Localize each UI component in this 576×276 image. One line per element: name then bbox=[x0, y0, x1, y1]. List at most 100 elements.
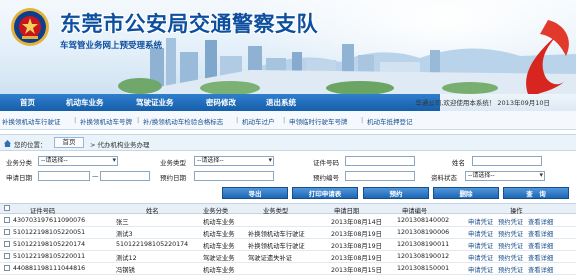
welcome-message: 华通公司,欢迎使用本系统！ 2013年09月10日 bbox=[415, 99, 550, 107]
search-form: 业务分类 --请选择-- 业务类型 --请选择-- 证件号码 姓名 申请日期 —… bbox=[0, 154, 576, 186]
subnav-separator: | bbox=[236, 116, 239, 124]
cell-app-no: 1201308190011 bbox=[397, 241, 450, 248]
police-emblem-icon bbox=[11, 8, 49, 46]
row-checkbox[interactable] bbox=[4, 229, 10, 235]
table-row: 510122198105220011 测试12 驾驶证业务 驾驶证遗失补证 2013年0… bbox=[0, 251, 576, 263]
col-header-app-no: 申请编号 bbox=[402, 208, 428, 215]
header-banner: 东莞市公安局交通警察支队 车驾管业务网上预受理系统 bbox=[0, 0, 576, 94]
subnav-separator: | bbox=[283, 116, 286, 124]
action-application-voucher[interactable]: 申请凭证 bbox=[468, 241, 493, 250]
appointment-button[interactable]: 预约 bbox=[363, 187, 429, 199]
cell-category: 机动车业务 bbox=[203, 267, 235, 274]
action-application-voucher[interactable]: 申请凭证 bbox=[468, 253, 493, 262]
col-header-type: 业务类型 bbox=[263, 208, 289, 215]
action-view-detail[interactable]: 查看详细 bbox=[528, 265, 553, 274]
row-checkbox[interactable] bbox=[4, 217, 10, 223]
cell-category: 驾驶证业务 bbox=[203, 255, 235, 262]
subnav-replace-vehicle-license[interactable]: 补换领机动车行驶证 bbox=[2, 116, 61, 126]
row-checkbox[interactable] bbox=[4, 265, 10, 271]
search-button[interactable]: 查 询 bbox=[503, 187, 569, 199]
apply-date-separator: — bbox=[92, 172, 99, 180]
cell-name: 测试12 bbox=[116, 255, 137, 262]
cell-id-no: 440881198111044816 bbox=[13, 265, 86, 272]
cell-name: 测试3 bbox=[116, 231, 133, 238]
appointment-date-label: 预约日期 bbox=[160, 174, 186, 182]
row-checkbox[interactable] bbox=[4, 253, 10, 259]
delete-button[interactable]: 删除 bbox=[433, 187, 499, 199]
appointment-no-label: 预约编号 bbox=[313, 174, 339, 182]
business-category-select[interactable]: --请选择-- bbox=[38, 156, 118, 166]
subnav-replace-inspection-mark[interactable]: 补/换领机动车检验合格标志 bbox=[143, 116, 223, 126]
subnav-temporary-plate[interactable]: 申领临时行驶车号牌 bbox=[289, 116, 348, 126]
name-label: 姓名 bbox=[452, 159, 465, 167]
apply-date-start-input[interactable] bbox=[38, 171, 90, 181]
action-appointment-voucher[interactable]: 预约凭证 bbox=[498, 253, 523, 262]
cell-date: 2013年08月19日 bbox=[331, 243, 382, 250]
breadcrumb-home-button[interactable]: 首页 bbox=[54, 137, 84, 148]
nav-logout[interactable]: 退出系统 bbox=[266, 97, 296, 108]
cell-type: 驾驶证遗失补证 bbox=[248, 255, 293, 262]
cell-date: 2013年08月19日 bbox=[331, 231, 382, 238]
nav-password-change[interactable]: 密码修改 bbox=[206, 97, 236, 108]
print-application-button[interactable]: 打印申请表 bbox=[292, 187, 358, 199]
cell-date: 2013年08月15日 bbox=[331, 267, 382, 274]
action-application-voucher[interactable]: 申请凭证 bbox=[468, 217, 493, 226]
cell-name: 张三 bbox=[116, 219, 129, 226]
page-title: 东莞市公安局交通警察支队 bbox=[60, 11, 318, 36]
page-subtitle: 车驾管业务网上预受理系统 bbox=[60, 41, 163, 51]
action-application-voucher[interactable]: 申请凭证 bbox=[468, 265, 493, 274]
action-application-voucher[interactable]: 申请凭证 bbox=[468, 229, 493, 238]
action-appointment-voucher[interactable]: 预约凭证 bbox=[498, 217, 523, 226]
subnav-separator: | bbox=[74, 116, 77, 124]
subnav-separator: | bbox=[361, 116, 364, 124]
certificate-no-input[interactable] bbox=[345, 156, 415, 166]
appointment-no-input[interactable] bbox=[345, 171, 415, 181]
cell-app-no: 1201308190012 bbox=[397, 253, 450, 260]
cell-type: 补换领机动车行驶证 bbox=[248, 231, 305, 238]
subnav-vehicle-transfer[interactable]: 机动车过户 bbox=[242, 116, 275, 126]
subnav-replace-plate[interactable]: 补换领机动车号牌 bbox=[80, 116, 132, 126]
action-appointment-voucher[interactable]: 预约凭证 bbox=[498, 229, 523, 238]
export-button[interactable]: 导出 bbox=[222, 187, 288, 199]
sub-nav: 补换领机动车行驶证 | 补换领机动车号牌 | 补/换领机动车检验合格标志 | 机… bbox=[0, 111, 576, 130]
cell-date: 2013年08月19日 bbox=[331, 255, 382, 262]
cell-category: 机动车业务 bbox=[203, 243, 235, 250]
apply-date-label: 申请日期 bbox=[6, 174, 32, 182]
col-header-name: 姓名 bbox=[146, 208, 159, 215]
cell-date: 2013年08月14日 bbox=[331, 219, 382, 226]
cell-app-no: 1201308190006 bbox=[397, 229, 450, 236]
select-all-checkbox[interactable] bbox=[4, 205, 10, 211]
cell-id-no: 510122198105220011 bbox=[13, 253, 86, 260]
cell-category: 机动车业务 bbox=[203, 219, 235, 226]
nav-license-business[interactable]: 驾驶证业务 bbox=[136, 97, 174, 108]
appointment-date-input[interactable] bbox=[194, 171, 274, 181]
nav-vehicle-business[interactable]: 机动车业务 bbox=[66, 97, 104, 108]
col-header-category: 业务分类 bbox=[203, 208, 229, 215]
breadcrumb-label: 您的位置： bbox=[14, 141, 47, 149]
name-input[interactable] bbox=[472, 156, 542, 166]
business-type-label: 业务类型 bbox=[160, 159, 186, 167]
action-view-detail[interactable]: 查看详细 bbox=[528, 241, 553, 250]
cell-id-no: 510122198105220051 bbox=[13, 229, 86, 236]
cell-id-no: 510122198105220174 bbox=[13, 241, 86, 248]
cell-name: 冯钢锈 bbox=[116, 267, 135, 274]
nav-home[interactable]: 首页 bbox=[20, 97, 35, 108]
col-header-actions: 操作 bbox=[510, 208, 523, 215]
action-view-detail[interactable]: 查看详细 bbox=[528, 253, 553, 262]
action-view-detail[interactable]: 查看详细 bbox=[528, 229, 553, 238]
breadcrumb: 您的位置： 首页 > 代办机构业务办理 bbox=[0, 134, 576, 151]
cell-app-no: 1201308140002 bbox=[397, 217, 450, 224]
apply-date-end-input[interactable] bbox=[100, 171, 150, 181]
subnav-separator: | bbox=[137, 116, 140, 124]
cell-name: 510122198105220174 bbox=[116, 241, 189, 248]
home-icon bbox=[4, 140, 11, 147]
action-appointment-voucher[interactable]: 预约凭证 bbox=[498, 265, 523, 274]
business-type-select[interactable]: --请选择-- bbox=[194, 156, 274, 166]
material-status-select[interactable]: --请选择-- bbox=[465, 171, 545, 181]
action-appointment-voucher[interactable]: 预约凭证 bbox=[498, 241, 523, 250]
row-checkbox[interactable] bbox=[4, 241, 10, 247]
cell-app-no: 1201308150001 bbox=[397, 265, 450, 272]
subnav-mortgage-registration[interactable]: 机动车抵押登记 bbox=[367, 116, 413, 126]
breadcrumb-path: > 代办机构业务办理 bbox=[90, 141, 150, 149]
action-view-detail[interactable]: 查看详细 bbox=[528, 217, 553, 226]
